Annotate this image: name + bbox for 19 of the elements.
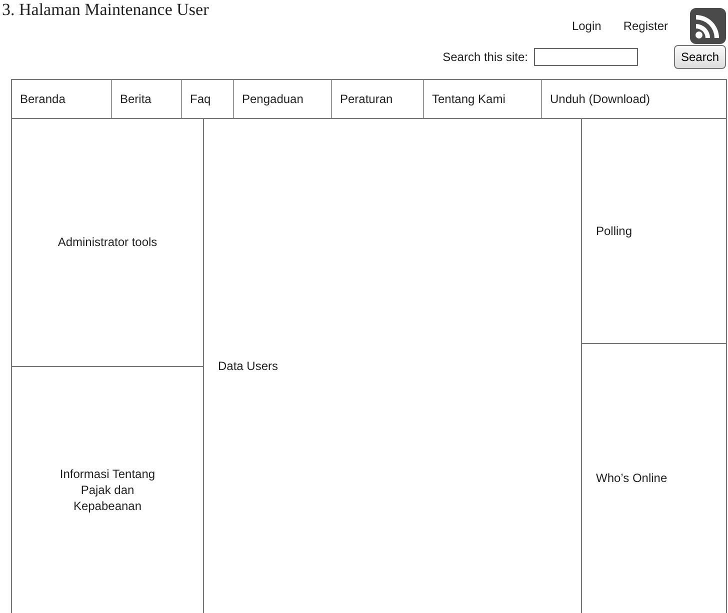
search-field[interactable] (534, 48, 638, 66)
search-label: Search this site: (442, 50, 528, 64)
header-link[interactable]: Register (623, 19, 668, 33)
nav-item[interactable]: Peraturan (331, 80, 423, 118)
document-heading: 3. Halaman Maintenance User (1, 0, 210, 19)
nav-item[interactable]: Beranda (12, 80, 111, 118)
panel-label: Polling (596, 222, 632, 240)
search-button[interactable]: Search (674, 45, 726, 69)
nav-item[interactable]: Unduh (Download) (541, 80, 726, 118)
panel-label: Data Users (218, 358, 278, 374)
panel-label: Administrator tools (58, 234, 158, 251)
nav-item[interactable]: Faq (181, 80, 233, 118)
panel-label: Who’s Online (596, 470, 668, 487)
rss-icon[interactable] (690, 8, 726, 44)
nav-item[interactable]: Pengaduan (233, 80, 331, 118)
header-link[interactable]: Login (572, 19, 602, 33)
panel-label: Informasi Tentang Pajak dan Kepabeanan (58, 466, 156, 514)
nav-item[interactable]: Tentang Kami (423, 80, 541, 118)
nav-item[interactable]: Berita (111, 80, 181, 118)
